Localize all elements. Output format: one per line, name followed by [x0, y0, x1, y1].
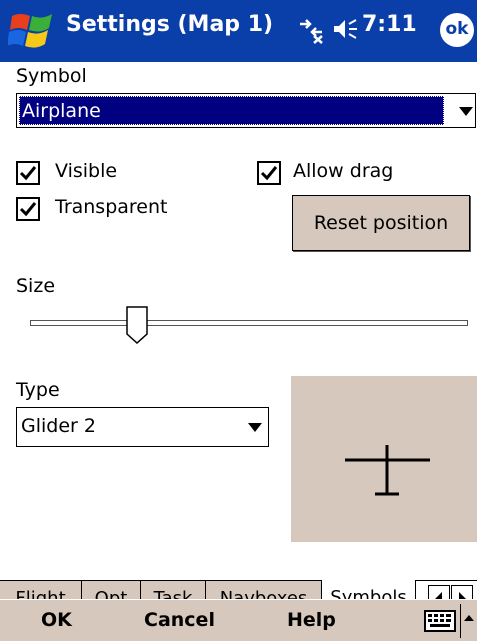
- ok-menu-button[interactable]: OK: [41, 609, 72, 631]
- size-label: Size: [16, 275, 56, 297]
- arrow-up-icon: [464, 615, 474, 621]
- size-slider-thumb[interactable]: [126, 306, 148, 345]
- chevron-down-icon: [459, 107, 473, 116]
- keyboard-icon[interactable]: [424, 610, 456, 632]
- clock[interactable]: 7:11: [362, 12, 417, 37]
- allow-drag-checkbox[interactable]: [257, 161, 281, 185]
- help-menu-button[interactable]: Help: [287, 609, 336, 631]
- symbol-label: Symbol: [16, 65, 87, 87]
- title-bar: Settings (Map 1) 7:11 ok: [0, 0, 477, 62]
- chevron-down-icon: [248, 423, 262, 432]
- cancel-menu-button[interactable]: Cancel: [144, 609, 215, 631]
- ok-close-button[interactable]: ok: [440, 13, 474, 47]
- checkmark-icon: [19, 202, 37, 217]
- windows-flag-icon[interactable]: [7, 8, 58, 54]
- symbol-dropdown[interactable]: Airplane: [16, 93, 476, 128]
- type-selected-value: Glider 2: [21, 415, 96, 437]
- visible-label: Visible: [55, 160, 118, 182]
- type-dropdown[interactable]: Glider 2: [16, 407, 269, 447]
- checkmark-icon: [19, 166, 37, 181]
- allow-drag-label: Allow drag: [293, 160, 394, 182]
- speaker-icon[interactable]: [332, 16, 358, 42]
- menu-bar: OK Cancel Help: [0, 599, 477, 641]
- transparent-checkbox[interactable]: [16, 197, 40, 221]
- type-label: Type: [16, 379, 60, 401]
- input-panel-toggle-button[interactable]: [460, 604, 476, 638]
- visible-checkbox[interactable]: [16, 161, 40, 185]
- window-title: Settings (Map 1): [66, 12, 274, 37]
- size-slider-track[interactable]: [30, 320, 468, 326]
- transparent-label: Transparent: [55, 196, 168, 218]
- reset-position-button[interactable]: Reset position: [292, 195, 470, 251]
- connectivity-icon[interactable]: [296, 14, 326, 44]
- glider-symbol-icon: [345, 445, 430, 496]
- symbol-selected-value: Airplane: [19, 96, 444, 125]
- checkmark-icon: [260, 166, 278, 181]
- symbol-preview: [291, 376, 477, 542]
